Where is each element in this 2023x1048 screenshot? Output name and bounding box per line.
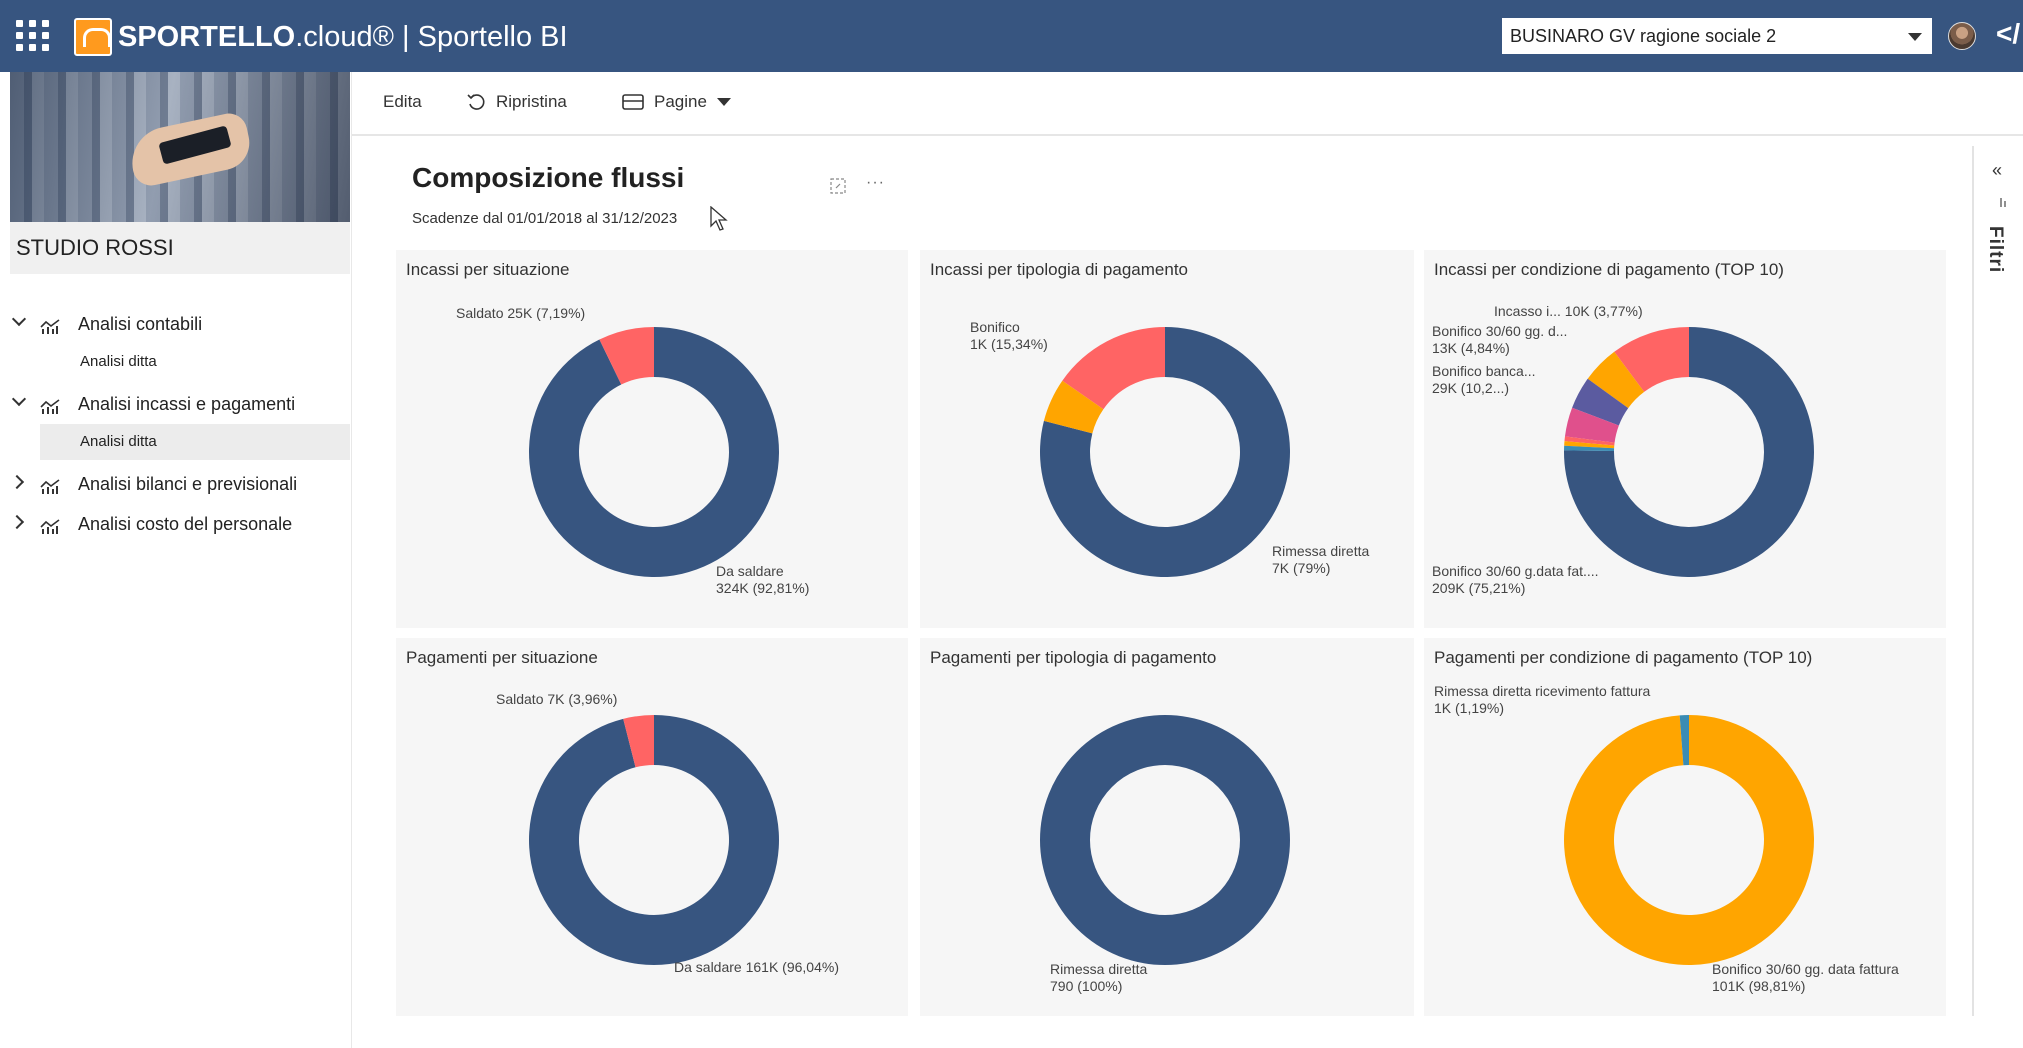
donut-chart: Da saldare 161K (96,04%) Saldato 7K (3,96…	[496, 691, 839, 975]
slice-label: Bonifico 30/60 gg. data fattura	[1712, 961, 1899, 977]
chart-icon	[40, 399, 60, 414]
pages-dropdown[interactable]: Pagine	[622, 92, 731, 112]
edit-button-label: Edita	[383, 92, 422, 111]
reset-button[interactable]: Ripristina	[466, 92, 567, 112]
sidebar-item-analisi-costo-personale[interactable]: Analisi costo del personale	[0, 504, 350, 544]
sidebar-nav: Analisi contabili Analisi ditta Analisi …	[0, 304, 350, 544]
page-icon	[622, 94, 644, 110]
chart-panel-pagamenti-situazione[interactable]: Pagamenti per situazione Da saldare 161K…	[396, 638, 908, 1016]
chart-panel-pagamenti-tipologia[interactable]: Pagamenti per tipologia di pagamento Rim…	[920, 638, 1414, 1016]
slice-label: 324K (92,81%)	[716, 580, 809, 596]
chart-panel-incassi-situazione[interactable]: Incassi per situazione Da saldare 324K (9…	[396, 250, 908, 628]
sidebar-subitem-analisi-ditta-active[interactable]: Analisi ditta	[40, 424, 350, 460]
slice-label: Da saldare 161K (96,04%)	[674, 959, 839, 975]
app-title: SPORTELLO.cloud® | Sportello BI	[118, 21, 568, 53]
toolbar: Edita Ripristina Pagine	[352, 72, 2023, 136]
slice-label: Bonifico	[970, 319, 1020, 335]
donut-chart: Rimessa diretta7K (79%) Bonifico1K (15,34…	[970, 319, 1369, 577]
slice-label: Rimessa diretta ricevimento fattura	[1434, 683, 1651, 699]
sidebar-item-label: Analisi incassi e pagamenti	[78, 394, 296, 414]
chevron-right-icon	[9, 514, 25, 530]
caret-down-icon	[716, 98, 731, 106]
chart-panel-pagamenti-condizione[interactable]: Pagamenti per condizione di pagamento (T…	[1424, 638, 1946, 1016]
mouse-cursor-icon	[710, 206, 728, 231]
expand-icon[interactable]	[830, 178, 846, 194]
filters-label: Filtri	[1985, 226, 2006, 274]
chart-icon	[40, 519, 60, 534]
sidebar-item-analisi-bilanci[interactable]: Analisi bilanci e previsionali	[0, 464, 350, 504]
donut-slice[interactable]	[1040, 715, 1290, 965]
company-select-value: BUSINARO GV ragione sociale 2	[1510, 26, 1777, 46]
slice-label: Saldato 25K (7,19%)	[456, 305, 585, 321]
slice-label: 29K (10,2...)	[1432, 380, 1509, 396]
slice-label: 101K (98,81%)	[1712, 978, 1805, 994]
collapse-icon[interactable]: «	[1992, 160, 2002, 181]
sidebar-item-label: Analisi contabili	[78, 314, 203, 334]
app-launcher-icon[interactable]	[16, 20, 52, 52]
slice-label: 209K (75,21%)	[1432, 580, 1525, 596]
donut-chart: Bonifico 30/60 g.data fat....209K (75,21…	[1432, 303, 1814, 596]
sort-icon	[2000, 198, 2006, 207]
chevron-down-icon	[11, 311, 27, 327]
top-bar: SPORTELLO.cloud® | Sportello BI BUSINARO…	[0, 0, 2023, 72]
chart-icon	[40, 479, 60, 494]
slice-label: 790 (100%)	[1050, 978, 1122, 994]
sidebar-item-label: Analisi bilanci e previsionali	[78, 474, 298, 494]
page-subtitle: Scadenze dal 01/01/2018 al 31/12/2023	[412, 210, 678, 227]
slice-label: 13K (4,84%)	[1432, 340, 1510, 356]
slice-label: Incasso i... 10K (3,77%)	[1494, 303, 1643, 319]
sidebar-subitem-analisi-ditta[interactable]: Analisi ditta	[40, 344, 350, 380]
slice-label: Bonifico banca...	[1432, 363, 1536, 379]
chart-icon	[40, 319, 60, 334]
chart-panel-incassi-tipologia[interactable]: Incassi per tipologia di pagamento Rimes…	[920, 250, 1414, 628]
sidebar: STUDIO ROSSI Analisi contabili Analisi d…	[0, 72, 352, 1048]
reset-button-label: Ripristina	[496, 92, 567, 111]
sidebar-item-analisi-incassi-pagamenti[interactable]: Analisi incassi e pagamenti	[0, 384, 350, 424]
slice-label: Da saldare	[716, 563, 784, 579]
donut-chart: Rimessa diretta790 (100%)	[1040, 715, 1290, 994]
donut-chart: Da saldare324K (92,81%) Saldato 25K (7,19…	[456, 305, 809, 596]
slice-label: 1K (1,19%)	[1434, 700, 1504, 716]
sportello-logo-icon	[74, 18, 112, 56]
undo-icon	[467, 94, 485, 110]
company-select[interactable]: BUSINARO GV ragione sociale 2	[1502, 18, 1932, 54]
slice-label: Rimessa diretta	[1050, 961, 1147, 977]
filter-panel[interactable]: « Filtri	[1972, 146, 2023, 1016]
slice-label: Rimessa diretta	[1272, 543, 1369, 559]
slice-label: 1K (15,34%)	[970, 336, 1048, 352]
avatar[interactable]	[1948, 22, 1976, 50]
studio-name: STUDIO ROSSI	[10, 222, 350, 274]
edit-button[interactable]: Edita	[383, 92, 422, 112]
chart-panel-incassi-condizione[interactable]: Incassi per condizione di pagamento (TOP…	[1424, 250, 1946, 628]
donut-chart: Bonifico 30/60 gg. data fattura101K (98,…	[1434, 683, 1899, 994]
sidebar-banner-image	[10, 72, 350, 222]
slice-label: Bonifico 30/60 gg. d...	[1432, 323, 1567, 339]
code-icon[interactable]: </	[1996, 18, 2020, 50]
chevron-down-icon	[11, 391, 27, 407]
sidebar-item-label: Analisi costo del personale	[78, 514, 293, 534]
pages-dropdown-label: Pagine	[654, 92, 707, 111]
slice-label: Bonifico 30/60 g.data fat....	[1432, 563, 1599, 579]
page-title: Composizione flussi	[412, 162, 685, 193]
sidebar-item-analisi-contabili[interactable]: Analisi contabili	[0, 304, 350, 344]
more-options-icon[interactable]: ···	[866, 174, 885, 192]
slice-label: 7K (79%)	[1272, 560, 1330, 576]
slice-label: Saldato 7K (3,96%)	[496, 691, 617, 707]
chevron-down-icon	[1908, 33, 1922, 41]
chevron-right-icon	[9, 474, 25, 490]
